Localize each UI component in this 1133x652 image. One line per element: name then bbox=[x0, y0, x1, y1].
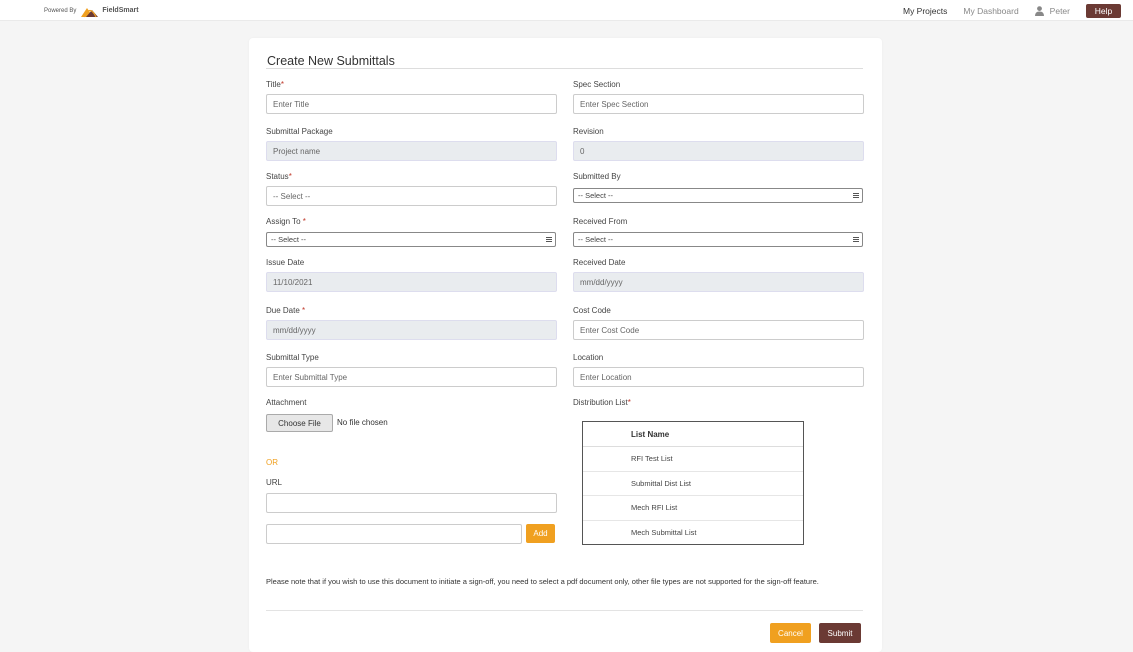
cancel-button[interactable]: Cancel bbox=[770, 623, 811, 643]
required-mark: * bbox=[280, 80, 284, 89]
received-from-label: Received From bbox=[573, 217, 628, 226]
url-name-input[interactable] bbox=[266, 524, 522, 544]
spec-section-input[interactable]: Enter Spec Section bbox=[573, 94, 864, 114]
status-select[interactable]: -- Select -- bbox=[266, 186, 557, 206]
fieldsmart-logo-icon bbox=[80, 5, 100, 17]
table-row[interactable]: Mech RFI List bbox=[583, 496, 803, 521]
user-icon bbox=[1034, 5, 1044, 16]
submittal-type-input[interactable]: Enter Submittal Type bbox=[266, 367, 557, 387]
nav-my-projects[interactable]: My Projects bbox=[903, 6, 947, 16]
location-input[interactable]: Enter Location bbox=[573, 367, 864, 387]
received-from-select[interactable]: -- Select -- bbox=[573, 232, 863, 247]
required-mark: * bbox=[302, 217, 306, 226]
user-name: Peter bbox=[1049, 5, 1070, 16]
powered-by-label: Powered By bbox=[44, 7, 77, 14]
title-divider bbox=[266, 68, 863, 69]
submitted-by-label: Submitted By bbox=[573, 172, 621, 181]
submitted-by-select[interactable]: -- Select -- bbox=[573, 188, 863, 203]
table-row[interactable]: Mech Submittal List bbox=[583, 521, 803, 546]
revision-input: 0 bbox=[573, 141, 864, 161]
title-label: Title* bbox=[266, 80, 284, 89]
submittal-type-label: Submittal Type bbox=[266, 353, 319, 362]
issue-date-label: Issue Date bbox=[266, 258, 305, 267]
distribution-list-label: Distribution List* bbox=[573, 398, 631, 407]
required-mark: * bbox=[288, 172, 292, 181]
issue-date-input: 11/10/2021 bbox=[266, 272, 557, 292]
title-input[interactable]: Enter Title bbox=[266, 94, 557, 114]
received-date-label: Received Date bbox=[573, 258, 626, 267]
url-input[interactable] bbox=[266, 493, 557, 513]
logo-text: FieldSmart bbox=[102, 7, 139, 14]
page-title: Create New Submittals bbox=[267, 54, 395, 68]
footer-divider bbox=[266, 610, 863, 611]
submit-button[interactable]: Submit bbox=[819, 623, 861, 643]
revision-label: Revision bbox=[573, 127, 604, 136]
distribution-list-table: List Name RFI Test List Submittal Dist L… bbox=[582, 421, 804, 545]
help-button[interactable]: Help bbox=[1086, 3, 1121, 18]
due-date-input[interactable]: mm/dd/yyyy bbox=[266, 320, 557, 340]
submittal-package-label: Submittal Package bbox=[266, 127, 333, 136]
required-mark: * bbox=[627, 398, 631, 407]
table-row[interactable]: RFI Test List bbox=[583, 447, 803, 472]
user-menu[interactable]: Peter bbox=[1034, 5, 1070, 16]
submittal-package-input: Project name bbox=[266, 141, 557, 161]
nav-my-dashboard[interactable]: My Dashboard bbox=[963, 6, 1018, 16]
dropdown-icon bbox=[546, 237, 552, 242]
add-url-button[interactable]: Add bbox=[526, 524, 555, 543]
attachment-label: Attachment bbox=[266, 398, 307, 407]
assign-to-select[interactable]: -- Select -- bbox=[266, 232, 556, 247]
location-label: Location bbox=[573, 353, 604, 362]
due-date-label: Due Date * bbox=[266, 306, 306, 315]
cost-code-label: Cost Code bbox=[573, 306, 611, 315]
or-separator: OR bbox=[266, 458, 278, 467]
cost-code-input[interactable]: Enter Cost Code bbox=[573, 320, 864, 340]
top-navbar: Powered By FieldSmart My Projects My Das… bbox=[0, 0, 1133, 21]
received-date-input[interactable]: mm/dd/yyyy bbox=[573, 272, 864, 292]
create-submittal-card: Create New Submittals Title* Enter Title… bbox=[249, 38, 882, 652]
choose-file-button[interactable]: Choose File bbox=[266, 414, 333, 432]
required-mark: * bbox=[302, 306, 306, 315]
spec-section-label: Spec Section bbox=[573, 80, 621, 89]
brand: Powered By FieldSmart bbox=[44, 4, 139, 17]
url-label: URL bbox=[266, 478, 283, 487]
status-label: Status* bbox=[266, 172, 292, 181]
top-nav: My Projects My Dashboard Peter Help bbox=[903, 0, 1133, 21]
assign-to-label: Assign To * bbox=[266, 217, 306, 226]
signoff-note: Please note that if you wish to use this… bbox=[266, 577, 819, 586]
table-row[interactable]: Submittal Dist List bbox=[583, 472, 803, 496]
file-status: No file chosen bbox=[337, 418, 388, 427]
table-header: List Name bbox=[583, 422, 803, 447]
dropdown-icon bbox=[853, 237, 859, 242]
dropdown-icon bbox=[853, 193, 859, 198]
